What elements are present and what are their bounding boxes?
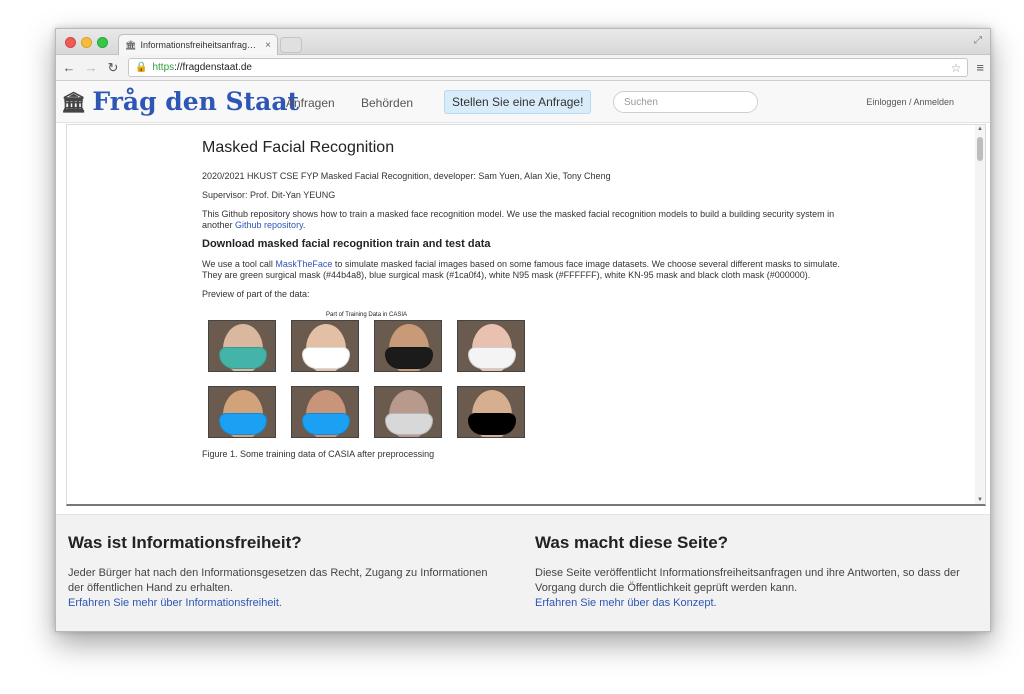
footer-column-info: Was ist Informationsfreiheit? Jeder Bürg…: [68, 533, 488, 611]
masked-face-thumbnail: [457, 320, 525, 372]
nav-anfragen[interactable]: Anfragen: [286, 96, 335, 110]
masked-face-thumbnail: [208, 320, 276, 372]
building-icon: 🏛: [125, 39, 137, 50]
lock-icon: 🔒: [135, 62, 148, 73]
footer-column-about: Was macht diese Seite? Diese Seite veröf…: [535, 533, 980, 611]
site-header: 🏛 Fråg den Staat Anfragen Behörden Stell…: [56, 81, 990, 123]
preview-label: Preview of part of the data:: [202, 289, 310, 299]
minimize-window-button[interactable]: [81, 37, 92, 48]
document-meta: 2020/2021 HKUST CSE FYP Masked Facial Re…: [202, 171, 611, 181]
scroll-down-arrow-icon[interactable]: ▼: [977, 497, 983, 503]
fullscreen-icon[interactable]: ⤢: [974, 35, 982, 46]
building-icon: 🏛: [61, 89, 87, 114]
section-heading: Download masked facial recognition train…: [202, 238, 491, 250]
footer-right-link[interactable]: Erfahren Sie mehr über das Konzept.: [535, 596, 980, 611]
github-repository-link[interactable]: Github repository: [235, 220, 303, 230]
document-intro: This Github repository shows how to trai…: [202, 209, 835, 230]
masked-face-thumbnail: [208, 386, 276, 438]
site-footer: Was ist Informationsfreiheit? Jeder Bürg…: [56, 514, 990, 631]
document-supervisor: Supervisor: Prof. Dit-Yan YEUNG: [202, 190, 336, 200]
training-data-figure: Part of Training Data in CASIA: [202, 308, 547, 443]
document-scrollbar[interactable]: ▲ ▼: [975, 125, 985, 504]
document-content: Masked Facial Recognition 2020/2021 HKUS…: [202, 139, 862, 468]
bookmark-star-icon[interactable]: ☆: [951, 61, 962, 75]
masked-face-thumbnail: [457, 386, 525, 438]
url-text: https://fragdenstaat.de: [152, 62, 252, 73]
tool-description: We use a tool call MaskTheFace to simula…: [202, 259, 840, 280]
scroll-up-arrow-icon[interactable]: ▲: [977, 126, 983, 132]
login-link[interactable]: Einloggen / Anmelden: [866, 97, 954, 107]
masked-face-thumbnail: [291, 386, 359, 438]
browser-titlebar: 🏛 Informationsfreiheitsanfrag… × ⤢: [56, 29, 990, 55]
browser-toolbar: ← → ↻ 🔒 https://fragdenstaat.de ☆ ≡: [56, 55, 990, 81]
footer-left-text: Jeder Bürger hat nach den Informationsge…: [68, 567, 488, 594]
maskthefacelink[interactable]: MaskTheFace: [275, 259, 332, 269]
address-bar[interactable]: 🔒 https://fragdenstaat.de ☆: [128, 58, 969, 77]
back-arrow-icon[interactable]: ←: [62, 60, 76, 75]
site-logo[interactable]: 🏛 Fråg den Staat: [61, 87, 299, 116]
tab-title: Informationsfreiheitsanfrag…: [140, 40, 256, 50]
footer-left-link[interactable]: Erfahren Sie mehr über Informationsfreih…: [68, 596, 488, 611]
browser-menu-icon[interactable]: ≡: [976, 60, 984, 75]
reload-icon[interactable]: ↻: [106, 60, 120, 76]
figure-caption: Figure 1. Some training data of CASIA af…: [202, 449, 435, 459]
footer-right-text: Diese Seite veröffentlicht Informationsf…: [535, 567, 960, 594]
footer-right-title: Was macht diese Seite?: [535, 533, 729, 552]
browser-window: 🏛 Informationsfreiheitsanfrag… × ⤢ ← → ↻…: [55, 28, 991, 632]
browser-tab[interactable]: 🏛 Informationsfreiheitsanfrag… ×: [118, 34, 278, 55]
masked-face-thumbnail: [374, 320, 442, 372]
new-tab-button[interactable]: [280, 37, 302, 53]
forward-arrow-icon[interactable]: →: [84, 60, 98, 75]
make-request-button[interactable]: Stellen Sie eine Anfrage!: [444, 90, 592, 114]
zoom-window-button[interactable]: [97, 37, 108, 48]
logo-text: Fråg den Staat: [92, 87, 300, 116]
footer-left-title: Was ist Informationsfreiheit?: [68, 533, 302, 552]
search-input[interactable]: Suchen: [613, 91, 758, 113]
document-title: Masked Facial Recognition: [202, 139, 395, 156]
masked-face-thumbnail: [374, 386, 442, 438]
tab-close-icon[interactable]: ×: [265, 40, 271, 51]
embedded-document-frame[interactable]: Masked Facial Recognition 2020/2021 HKUS…: [66, 124, 986, 506]
masked-face-thumbnail: [291, 320, 359, 372]
scrollbar-thumb[interactable]: [977, 137, 983, 161]
close-window-button[interactable]: [65, 37, 76, 48]
nav-behoerden[interactable]: Behörden: [361, 96, 413, 110]
